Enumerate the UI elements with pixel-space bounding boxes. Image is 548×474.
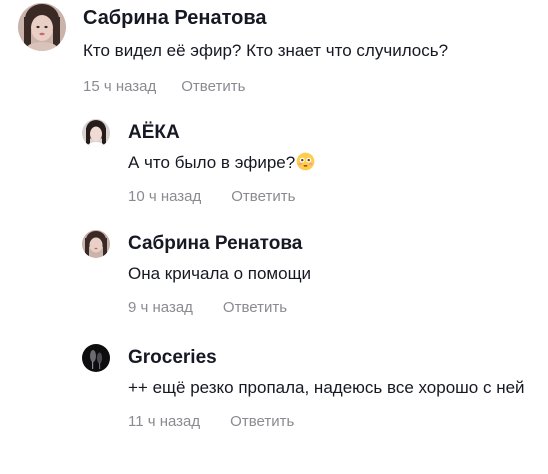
comment-text: Она кричала о помощи	[128, 264, 312, 283]
user-avatar-icon	[82, 344, 110, 372]
reply-button[interactable]: Ответить	[231, 187, 295, 207]
reply-item: Сабрина Ренатова Она кричала о помощи 9 …	[82, 230, 311, 318]
flushed-face-emoji-icon	[296, 152, 315, 171]
comment-timestamp: 15 ч назад	[83, 78, 157, 95]
reply-button[interactable]: Ответить	[230, 412, 294, 432]
comment-timestamp: 11 ч назад	[128, 413, 201, 430]
reply-item: Groceries ++ ещё резко пропала, надеюсь …	[82, 344, 548, 432]
avatar[interactable]	[82, 119, 110, 147]
comment-meta: 11 ч назад Ответить	[128, 412, 548, 432]
avatar[interactable]	[18, 3, 66, 51]
reply-button[interactable]: Ответить	[181, 77, 245, 97]
comment-content: АЁКА А что было в эфире? 10 ч назад Отве…	[128, 119, 315, 207]
avatar[interactable]	[82, 230, 110, 258]
user-avatar-icon	[18, 3, 66, 51]
comment-author[interactable]: Groceries	[128, 346, 548, 370]
comment-meta: 10 ч назад Ответить	[128, 187, 315, 207]
comment-text-content: А что было в эфире?	[128, 153, 296, 172]
reply-button[interactable]: Ответить	[223, 298, 287, 318]
comment-text: Кто видел её эфир? Кто знает что случило…	[83, 41, 449, 60]
comment-meta: 9 ч назад Ответить	[128, 298, 311, 318]
comment-content: Сабрина Ренатова Кто видел её эфир? Кто …	[83, 3, 448, 97]
comment-item: Сабрина Ренатова Кто видел её эфир? Кто …	[18, 3, 448, 97]
user-avatar-icon	[82, 230, 110, 258]
comment-author[interactable]: Сабрина Ренатова	[83, 5, 448, 31]
comment-timestamp: 9 ч назад	[128, 299, 193, 316]
comment-author[interactable]: Сабрина Ренатова	[128, 232, 311, 256]
comment-timestamp: 10 ч назад	[128, 188, 202, 205]
avatar[interactable]	[82, 344, 110, 372]
comment-content: Сабрина Ренатова Она кричала о помощи 9 …	[128, 230, 311, 318]
comment-meta: 15 ч назад Ответить	[83, 77, 448, 97]
comment-author[interactable]: АЁКА	[128, 121, 315, 145]
comment-text: ++ ещё резко пропала, надеюсь все хорошо…	[128, 378, 525, 397]
user-avatar-icon	[82, 119, 110, 147]
comment-text: А что было в эфире?	[128, 151, 315, 175]
reply-item: АЁКА А что было в эфире? 10 ч назад Отве…	[82, 119, 315, 207]
comment-content: Groceries ++ ещё резко пропала, надеюсь …	[128, 344, 548, 432]
